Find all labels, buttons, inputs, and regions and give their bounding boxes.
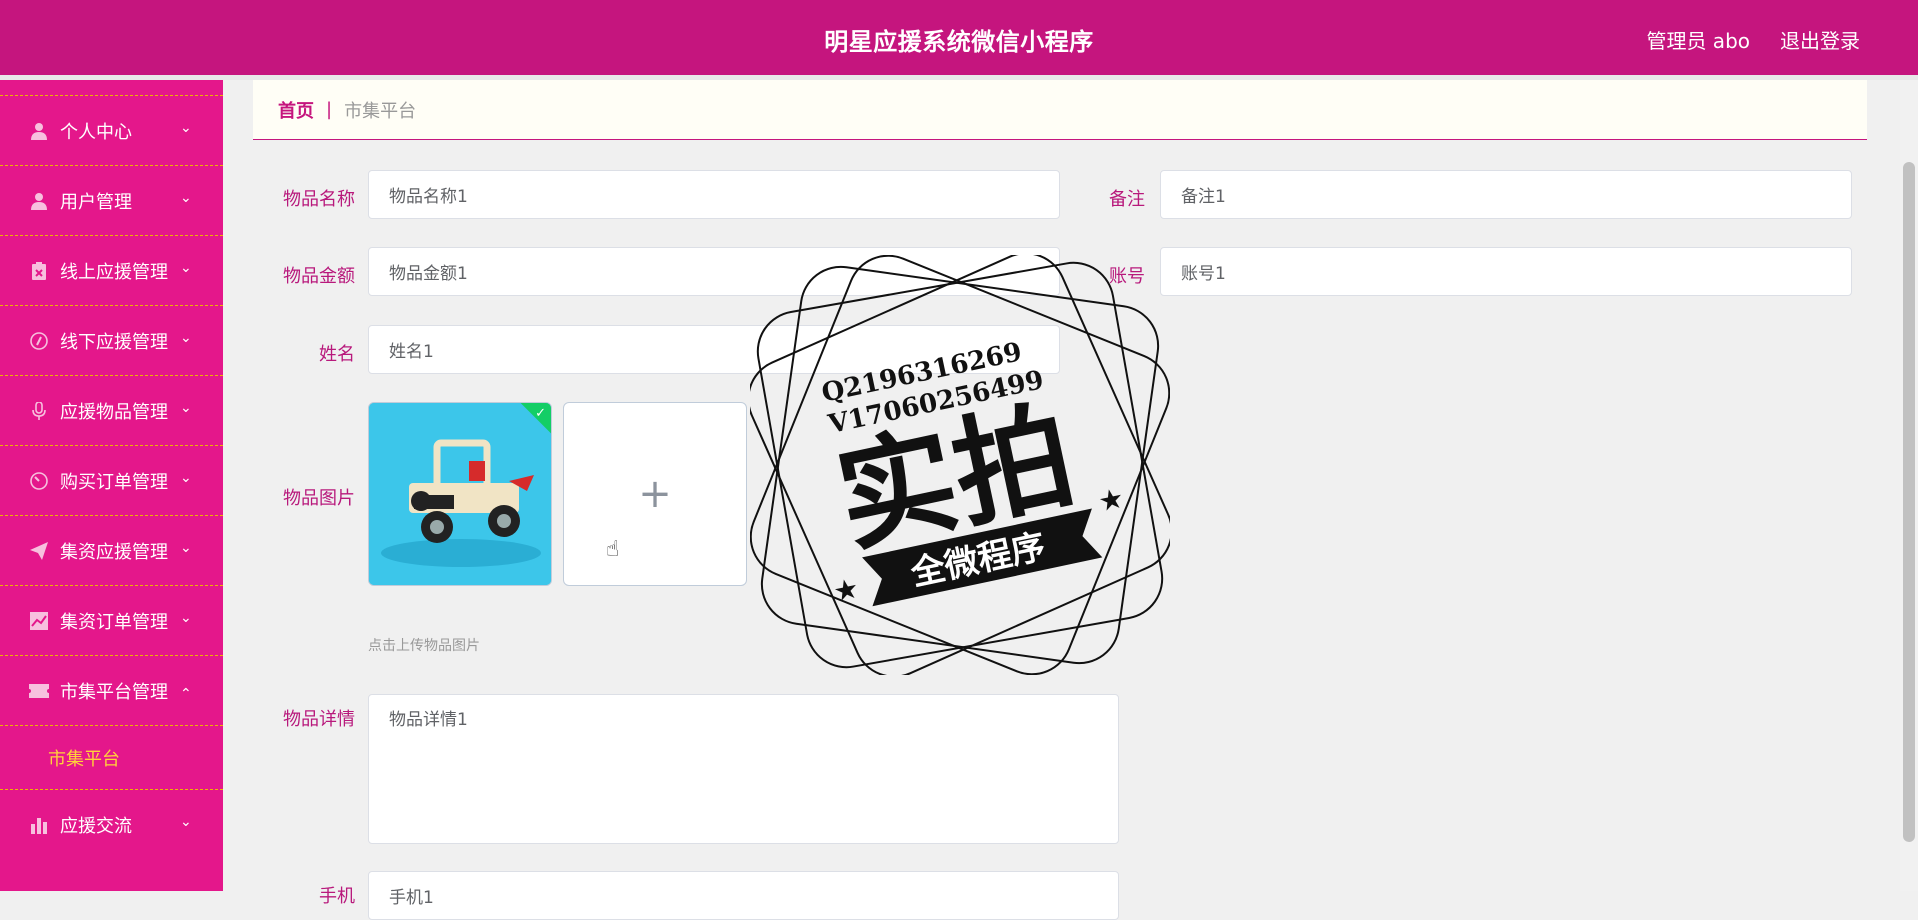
chevron-down-icon: ⌄ — [180, 260, 192, 276]
account-field[interactable]: 账号1 — [1160, 247, 1852, 296]
breadcrumb-current: 市集平台 — [344, 100, 417, 122]
send-icon — [28, 540, 50, 562]
chevron-up-icon: ⌃ — [180, 686, 192, 702]
sidebar-item-fundraising[interactable]: 集资应援管理 ⌄ — [0, 515, 223, 585]
admin-username: 管理员 abo — [1646, 29, 1750, 53]
sidebar-item-label: 集资应援管理 — [60, 541, 168, 563]
sidebar-item-user-management[interactable]: 用户管理 ⌄ — [0, 165, 223, 235]
compass-icon — [28, 330, 50, 352]
sidebar-item-online-support[interactable]: 线上应援管理 ⌄ — [0, 235, 223, 305]
microphone-icon — [28, 400, 50, 422]
phone-label: 手机 — [319, 886, 355, 907]
name-field[interactable]: 姓名1 — [368, 325, 1060, 374]
sidebar-item-label: 线上应援管理 — [60, 261, 168, 283]
item-name-label: 物品名称 — [283, 189, 355, 210]
sidebar-item-label: 应援交流 — [60, 815, 132, 837]
note-label: 备注 — [1109, 189, 1145, 210]
note-field[interactable]: 备注1 — [1160, 170, 1852, 219]
sidebar-subitem-market[interactable]: 市集平台 — [0, 725, 223, 789]
breadcrumb-home[interactable]: 首页 — [278, 97, 314, 123]
sidebar-item-label: 集资订单管理 — [60, 611, 168, 633]
sidebar-item-support-goods[interactable]: 应援物品管理 ⌄ — [0, 375, 223, 445]
chevron-down-icon: ⌄ — [180, 814, 192, 830]
sidebar: 个人中心 ⌄ 用户管理 ⌄ 线上应援管理 ⌄ 线下应援管理 ⌄ 应援物品管理 ⌄… — [0, 80, 223, 891]
logout-link[interactable]: 退出登录 — [1780, 25, 1860, 54]
check-icon: ✓ — [535, 406, 546, 421]
pointer-cursor-icon: ☝ — [606, 537, 620, 562]
page-scrollbar[interactable] — [1900, 80, 1918, 891]
chevron-down-icon: ⌄ — [180, 610, 192, 626]
chevron-down-icon: ⌄ — [180, 190, 192, 206]
item-name-field[interactable]: 物品名称1 — [368, 170, 1060, 219]
item-amount-field[interactable]: 物品金额1 — [368, 247, 1060, 296]
clipboard-icon — [28, 260, 50, 282]
person-icon — [28, 190, 50, 212]
form-content: 物品名称 物品名称1 备注 备注1 物品金额 物品金额1 账号 账号1 姓名 姓… — [253, 155, 1867, 920]
sidebar-item-fundraising-orders[interactable]: 集资订单管理 ⌄ — [0, 585, 223, 655]
phone-field[interactable]: 手机1 — [368, 871, 1119, 920]
bar-chart-icon — [28, 814, 50, 836]
sidebar-item-label: 用户管理 — [60, 191, 132, 213]
sidebar-item-label: 个人中心 — [60, 121, 132, 143]
item-detail-textarea[interactable]: 物品详情1 — [368, 694, 1119, 844]
breadcrumb-separator: | — [326, 99, 333, 120]
ticket-icon — [28, 680, 50, 702]
sidebar-item-purchase-orders[interactable]: 购买订单管理 ⌄ — [0, 445, 223, 515]
gauge-icon — [28, 470, 50, 492]
item-detail-label: 物品详情 — [283, 709, 355, 730]
chevron-down-icon: ⌄ — [180, 470, 192, 486]
top-header: 明星应援系统微信小程序 管理员 abo 退出登录 — [0, 0, 1918, 80]
plus-icon: + — [638, 471, 672, 517]
name-label: 姓名 — [319, 344, 355, 365]
account-label: 账号 — [1109, 266, 1145, 287]
chevron-down-icon: ⌄ — [180, 120, 192, 136]
chevron-down-icon: ⌄ — [180, 540, 192, 556]
sidebar-item-label: 应援物品管理 — [60, 401, 168, 423]
item-amount-label: 物品金额 — [283, 266, 355, 287]
uploaded-image-thumbnail[interactable]: ✓ — [368, 402, 552, 586]
upload-add-button[interactable]: + — [563, 402, 747, 586]
sidebar-item-label: 市集平台管理 — [60, 681, 168, 703]
sidebar-item-support-exchange[interactable]: 应援交流 ⌄ — [0, 789, 223, 859]
item-image-label: 物品图片 — [283, 488, 355, 509]
breadcrumb: 首页 | 市集平台 — [253, 80, 1867, 140]
toy-car-image — [369, 403, 551, 585]
chevron-down-icon: ⌄ — [180, 400, 192, 416]
sidebar-item-offline-support[interactable]: 线下应援管理 ⌄ — [0, 305, 223, 375]
chart-icon — [28, 610, 50, 632]
upload-hint: 点击上传物品图片 — [368, 638, 480, 654]
scrollbar-thumb[interactable] — [1903, 162, 1915, 842]
sidebar-item-label: 购买订单管理 — [60, 471, 168, 493]
sidebar-item-personal-center[interactable]: 个人中心 ⌄ — [0, 95, 223, 165]
sidebar-item-market-management[interactable]: 市集平台管理 ⌃ — [0, 655, 223, 725]
chevron-down-icon: ⌄ — [180, 330, 192, 346]
app-title: 明星应援系统微信小程序 — [824, 28, 1094, 56]
person-icon — [28, 120, 50, 142]
sidebar-item-label: 线下应援管理 — [60, 331, 168, 353]
